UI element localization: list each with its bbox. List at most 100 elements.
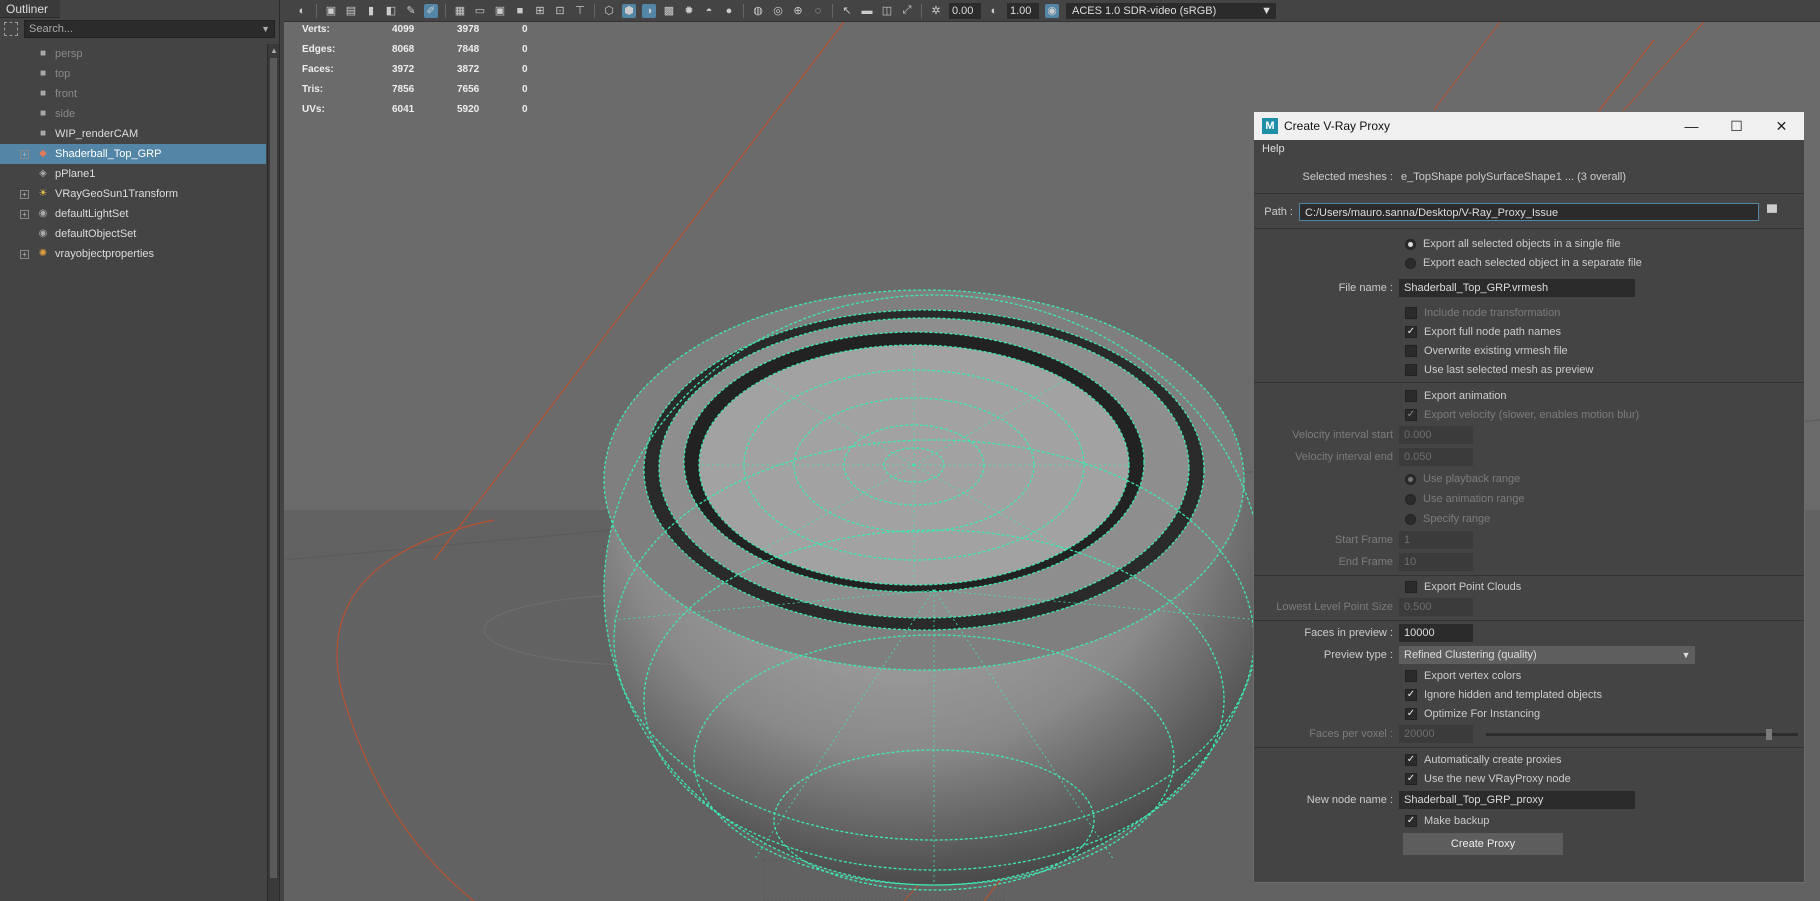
ao-icon[interactable]: ● (722, 4, 736, 18)
specify-range-radio[interactable] (1405, 513, 1416, 525)
export-full-node-path-row[interactable]: ✓ Export full node path names (1254, 323, 1561, 341)
export-point-clouds-checkbox[interactable] (1405, 581, 1417, 593)
shadows-icon[interactable]: ◓ (702, 4, 716, 18)
outliner-item-vrayobjectproperties[interactable]: + ✺ vrayobjectproperties (0, 244, 266, 264)
field-chart-icon[interactable]: ⊞ (533, 4, 547, 18)
outliner-item-persp[interactable]: ■ persp (0, 44, 266, 64)
export-single-row[interactable]: Export all selected objects in a single … (1254, 235, 1621, 253)
specify-range-row[interactable]: Specify range (1254, 510, 1490, 528)
preview-type-select[interactable]: Refined Clustering (quality) ▼ (1399, 646, 1695, 664)
wireframe-on-shaded-icon[interactable]: ◑ (642, 3, 656, 18)
include-node-transform-checkbox[interactable] (1405, 307, 1417, 319)
filter-icon[interactable] (4, 22, 18, 36)
export-vertex-colors-row[interactable]: Export vertex colors (1254, 667, 1521, 685)
slider-handle[interactable] (1766, 729, 1772, 740)
make-backup-row[interactable]: ✓ Make backup (1254, 812, 1489, 830)
outliner-item-pplane1[interactable]: ◈ pPlane1 (0, 164, 266, 184)
new-node-name-input[interactable]: Shaderball_Top_GRP_proxy (1399, 791, 1635, 809)
xray-active-icon[interactable]: ◌ (811, 4, 825, 18)
expand-icon[interactable]: + (20, 249, 29, 259)
outliner-item-side[interactable]: ■ side (0, 104, 266, 124)
outliner-title[interactable]: Outliner (0, 0, 60, 18)
safe-title-icon[interactable]: ⊤ (573, 4, 587, 18)
faces-per-voxel-input[interactable]: 20000 (1399, 725, 1473, 743)
film-gate-icon[interactable]: ▭ (473, 4, 487, 18)
velocity-start-input[interactable]: 0.000 (1399, 426, 1473, 444)
overwrite-existing-checkbox[interactable] (1405, 345, 1417, 357)
export-full-node-path-checkbox[interactable]: ✓ (1405, 326, 1417, 338)
export-animation-checkbox[interactable] (1405, 390, 1417, 402)
color-management-select[interactable]: ACES 1.0 SDR-video (sRGB) ▼ (1066, 2, 1276, 19)
file-name-input[interactable]: Shaderball_Top_GRP.vrmesh (1399, 279, 1635, 297)
scroll-up-icon[interactable]: ▲ (270, 46, 278, 55)
outliner-search-input[interactable]: Search... ▼ (24, 20, 275, 38)
velocity-end-input[interactable]: 0.050 (1399, 448, 1473, 466)
faces-preview-input[interactable]: 10000 (1399, 624, 1473, 642)
overwrite-existing-row[interactable]: Overwrite existing vrmesh file (1254, 342, 1568, 360)
use-new-vrayproxy-row[interactable]: ✓ Use the new VRayProxy node (1254, 770, 1571, 788)
close-icon[interactable]: ✕ (1759, 112, 1804, 140)
auto-create-proxies-row[interactable]: ✓ Automatically create proxies (1254, 751, 1562, 769)
optimize-instancing-row[interactable]: ✓ Optimize For Instancing (1254, 705, 1540, 723)
expand-icon[interactable]: + (20, 209, 29, 219)
isolate-icon[interactable]: ◍ (751, 4, 765, 18)
image-plane-icon[interactable]: ◧ (384, 4, 398, 18)
frame-icon[interactable]: ◫ (880, 4, 894, 18)
include-node-transform-row[interactable]: Include node transformation (1254, 304, 1560, 322)
bookmark-icon[interactable]: ▮ (364, 4, 378, 18)
ignore-hidden-checkbox[interactable]: ✓ (1405, 689, 1417, 701)
use-last-selected-row[interactable]: Use last selected mesh as preview (1254, 361, 1593, 379)
exposure-field[interactable]: 0.00 (949, 2, 981, 19)
expand-icon[interactable]: + (20, 189, 29, 199)
gamma-field[interactable]: 1.00 (1007, 2, 1039, 19)
use-animation-range-radio[interactable] (1405, 493, 1416, 505)
faces-per-voxel-slider[interactable] (1486, 729, 1798, 740)
export-single-radio[interactable] (1405, 238, 1416, 250)
end-frame-input[interactable]: 10 (1399, 553, 1473, 571)
export-point-clouds-row[interactable]: Export Point Clouds (1254, 578, 1521, 596)
outliner-item-wip-rendercam[interactable]: ■ WIP_renderCAM (0, 124, 266, 144)
lock-camera-icon[interactable]: ▤ (344, 4, 358, 18)
export-vertex-colors-checkbox[interactable] (1405, 670, 1417, 682)
optimize-instancing-checkbox[interactable]: ✓ (1405, 708, 1417, 720)
outliner-item-front[interactable]: ■ front (0, 84, 266, 104)
gate-mask-icon[interactable]: ■ (513, 4, 527, 18)
make-backup-checkbox[interactable]: ✓ (1405, 815, 1417, 827)
select-mode-icon[interactable]: ↖ (840, 4, 854, 18)
grease-pencil-icon[interactable]: ✐ (424, 3, 438, 18)
gamma-icon[interactable]: ◐ (987, 4, 1001, 18)
grid-icon[interactable]: ▦ (453, 4, 467, 18)
select-camera-icon[interactable]: ▣ (324, 4, 338, 18)
2d-pan-icon[interactable]: ✎ (404, 4, 418, 18)
xray-joints-icon[interactable]: ⊕ (791, 4, 805, 18)
outliner-item-defaultobjectset[interactable]: ◉ defaultObjectSet (0, 224, 266, 244)
chevron-down-icon[interactable]: ▼ (261, 24, 274, 34)
outliner-item-top[interactable]: ■ top (0, 64, 266, 84)
hud-icon[interactable]: ▬ (860, 4, 874, 18)
export-animation-row[interactable]: Export animation (1254, 387, 1507, 405)
wireframe-icon[interactable]: ⬡ (602, 4, 616, 18)
resolution-gate-icon[interactable]: ▣ (493, 4, 507, 18)
fit-icon[interactable]: ⤢ (900, 4, 914, 18)
auto-create-proxies-checkbox[interactable]: ✓ (1405, 754, 1417, 766)
menu-help[interactable]: Help (1254, 140, 1804, 158)
use-last-selected-checkbox[interactable] (1405, 364, 1417, 376)
safe-action-icon[interactable]: ⊡ (553, 4, 567, 18)
maximize-icon[interactable]: ☐ (1714, 112, 1759, 140)
use-new-vrayproxy-checkbox[interactable]: ✓ (1405, 773, 1417, 785)
folder-icon[interactable]: ▀ (1767, 204, 1777, 220)
minimize-icon[interactable]: — (1669, 112, 1714, 140)
camera-menu-icon[interactable]: ◐ (295, 4, 309, 18)
outliner-item-vraygeosun[interactable]: + ☀ VRayGeoSun1Transform (0, 184, 266, 204)
outliner-item-shaderball-top-grp[interactable]: + ◆ Shaderball_Top_GRP (0, 144, 266, 164)
use-playback-range-radio[interactable] (1405, 473, 1416, 485)
expand-icon[interactable]: + (20, 149, 29, 159)
dialog-titlebar[interactable]: M Create V-Ray Proxy — ☐ ✕ (1254, 112, 1804, 140)
lowest-level-input[interactable]: 0.500 (1399, 598, 1473, 616)
outliner-item-defaultlightset[interactable]: + ◉ defaultLightSet (0, 204, 266, 224)
use-animation-range-row[interactable]: Use animation range (1254, 490, 1525, 508)
start-frame-input[interactable]: 1 (1399, 531, 1473, 549)
color-management-icon[interactable]: ◉ (1045, 3, 1059, 18)
xray-icon[interactable]: ◎ (771, 4, 785, 18)
textured-icon[interactable]: ▩ (662, 4, 676, 18)
